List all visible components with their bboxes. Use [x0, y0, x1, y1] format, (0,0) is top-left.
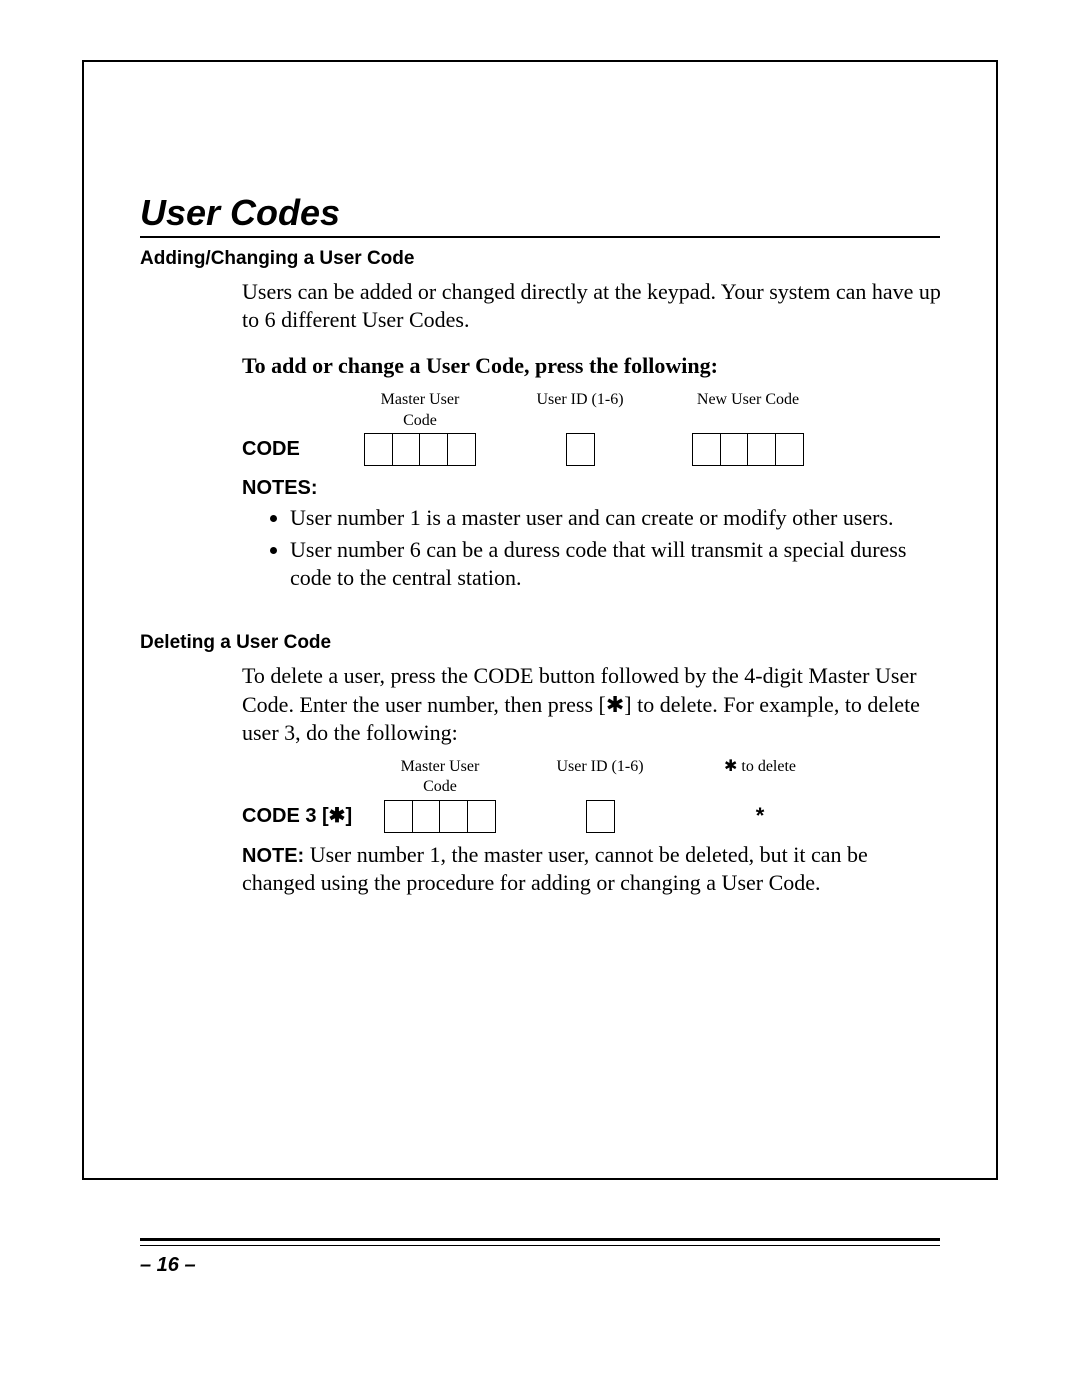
- labels-line-delete: Master User Code User ID (1-6) ✱ to dele…: [242, 757, 942, 798]
- page: User Codes Adding/Changing a User Code U…: [0, 0, 1080, 1397]
- master-code-boxes-del: [382, 800, 498, 833]
- note-item: User number 1 is a master user and can c…: [290, 504, 942, 532]
- footer-rule-thin: [140, 1245, 940, 1246]
- label-newcode: New User Code: [690, 390, 806, 431]
- star-symbol: *: [710, 802, 810, 830]
- digit-box: [364, 433, 393, 466]
- digit-box: [566, 433, 595, 466]
- section-body-delete: To delete a user, press the CODE button …: [242, 662, 942, 898]
- intro-paragraph: Users can be added or changed directly a…: [242, 278, 942, 334]
- code-entry-add: Master User Code User ID (1-6) New User …: [242, 390, 942, 466]
- boxes-line-delete: CODE 3 [✱] *: [242, 800, 942, 833]
- section-heading-delete: Deleting a User Code: [140, 632, 940, 654]
- label-master-del: Master User Code: [382, 757, 498, 798]
- note-bold: NOTE:: [242, 845, 304, 867]
- delete-paragraph: To delete a user, press the CODE button …: [242, 662, 942, 746]
- digit-box: [467, 800, 496, 833]
- code-entry-delete: Master User Code User ID (1-6) ✱ to dele…: [242, 757, 942, 833]
- boxes-line-add: CODE: [242, 433, 942, 466]
- digit-box: [775, 433, 804, 466]
- digit-box: [392, 433, 421, 466]
- digit-box: [747, 433, 776, 466]
- label-todelete: ✱ to delete: [710, 757, 810, 798]
- footer-rule-thick: [140, 1238, 940, 1241]
- note-item: User number 6 can be a duress code that …: [290, 536, 942, 592]
- digit-box: [419, 433, 448, 466]
- page-title: User Codes: [140, 192, 940, 238]
- notes-list: User number 1 is a master user and can c…: [242, 504, 942, 592]
- label-userid-del: User ID (1-6): [546, 757, 654, 798]
- new-code-boxes: [690, 433, 806, 466]
- digit-box: [720, 433, 749, 466]
- lead-code-delete: CODE 3 [✱]: [242, 804, 382, 830]
- digit-box: [412, 800, 441, 833]
- userid-box-del: [546, 800, 654, 833]
- instruction-add: To add or change a User Code, press the …: [242, 352, 942, 380]
- note-text: User number 1, the master user, cannot b…: [242, 842, 868, 896]
- digit-box: [439, 800, 468, 833]
- content-area: User Codes Adding/Changing a User Code U…: [140, 192, 940, 898]
- digit-box: [586, 800, 615, 833]
- labels-line-add: Master User Code User ID (1-6) New User …: [242, 390, 942, 431]
- page-number: – 16 –: [140, 1254, 196, 1277]
- label-userid: User ID (1-6): [526, 390, 634, 431]
- label-master: Master User Code: [362, 390, 478, 431]
- note-inline: NOTE: User number 1, the master user, ca…: [242, 841, 942, 898]
- notes-label: NOTES:: [242, 476, 942, 502]
- userid-box: [526, 433, 634, 466]
- section-body-add: Users can be added or changed directly a…: [242, 278, 942, 592]
- section-heading-add: Adding/Changing a User Code: [140, 248, 940, 270]
- master-code-boxes: [362, 433, 478, 466]
- digit-box: [447, 433, 476, 466]
- digit-box: [384, 800, 413, 833]
- lead-code: CODE: [242, 437, 362, 463]
- digit-box: [692, 433, 721, 466]
